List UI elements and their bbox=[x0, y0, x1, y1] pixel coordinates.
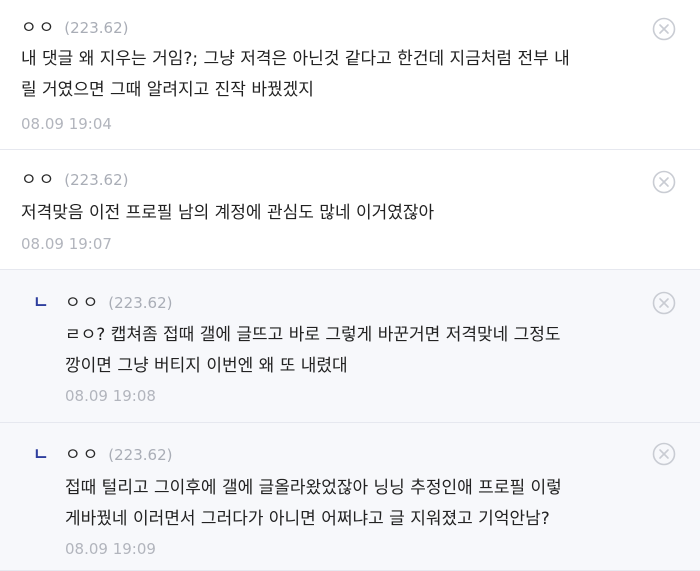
delete-comment-button[interactable] bbox=[652, 291, 676, 315]
comment-text: 접때 털리고 그이후에 갤에 글올라왔었잖아 닝닝 추정인애 프로필 이렇 게바… bbox=[65, 478, 562, 529]
comment-meta: ㅇㅇ (223.62) bbox=[21, 13, 128, 38]
comment-ip: (223.62) bbox=[64, 171, 129, 189]
comment-author[interactable]: ㅇㅇ bbox=[21, 13, 56, 38]
comment-timestamp: 08.09 19:07 bbox=[21, 235, 112, 253]
close-circle-icon bbox=[652, 170, 676, 194]
reply-item: ㄴ ㅇㅇ (223.62) 접때 털리고 그이후에 갤에 글올라왔었잖아 닝닝 … bbox=[0, 423, 700, 571]
delete-comment-button[interactable] bbox=[652, 170, 676, 194]
comment-author[interactable]: ㅇㅇ bbox=[65, 440, 100, 465]
reply-item: ㄴ ㅇㅇ (223.62) ㄹㅇ? 캡쳐좀 접때 갤에 글뜨고 바로 그렇게 바… bbox=[0, 270, 700, 423]
close-circle-icon bbox=[652, 442, 676, 466]
comment-item: ㅇㅇ (223.62) 내 댓글 왜 지우는 거임?; 그냥 저격은 아닌것 같… bbox=[0, 0, 700, 150]
comment-timestamp: 08.09 19:09 bbox=[65, 540, 156, 558]
close-circle-icon bbox=[652, 17, 676, 41]
close-circle-icon bbox=[652, 291, 676, 315]
comment-timestamp: 08.09 19:04 bbox=[21, 115, 112, 133]
comment-ip: (223.62) bbox=[108, 294, 173, 312]
comment-author[interactable]: ㅇㅇ bbox=[65, 288, 100, 313]
comment-ip: (223.62) bbox=[64, 19, 129, 37]
comment-list: ㅇㅇ (223.62) 내 댓글 왜 지우는 거임?; 그냥 저격은 아닌것 같… bbox=[0, 0, 700, 571]
comment-timestamp: 08.09 19:08 bbox=[65, 387, 156, 405]
delete-comment-button[interactable] bbox=[652, 17, 676, 41]
comment-meta: ㅇㅇ (223.62) bbox=[65, 288, 172, 313]
comment-text: ㄹㅇ? 캡쳐좀 접때 갤에 글뜨고 바로 그렇게 바꾼거면 저격맞네 그정도 깡… bbox=[65, 325, 561, 376]
comment-text: 내 댓글 왜 지우는 거임?; 그냥 저격은 아닌것 같다고 한건데 지금처럼 … bbox=[21, 49, 570, 100]
reply-marker: ㄴ bbox=[33, 445, 49, 465]
comment-meta: ㅇㅇ (223.62) bbox=[21, 165, 128, 190]
delete-comment-button[interactable] bbox=[652, 442, 676, 466]
reply-marker: ㄴ bbox=[33, 293, 49, 313]
comment-author[interactable]: ㅇㅇ bbox=[21, 165, 56, 190]
comment-ip: (223.62) bbox=[108, 446, 173, 464]
comment-meta: ㅇㅇ (223.62) bbox=[65, 440, 172, 465]
comment-text: 저격맞음 이전 프로필 남의 계정에 관심도 많네 이거였잖아 bbox=[21, 203, 435, 223]
comment-item: ㅇㅇ (223.62) 저격맞음 이전 프로필 남의 계정에 관심도 많네 이거… bbox=[0, 150, 700, 270]
